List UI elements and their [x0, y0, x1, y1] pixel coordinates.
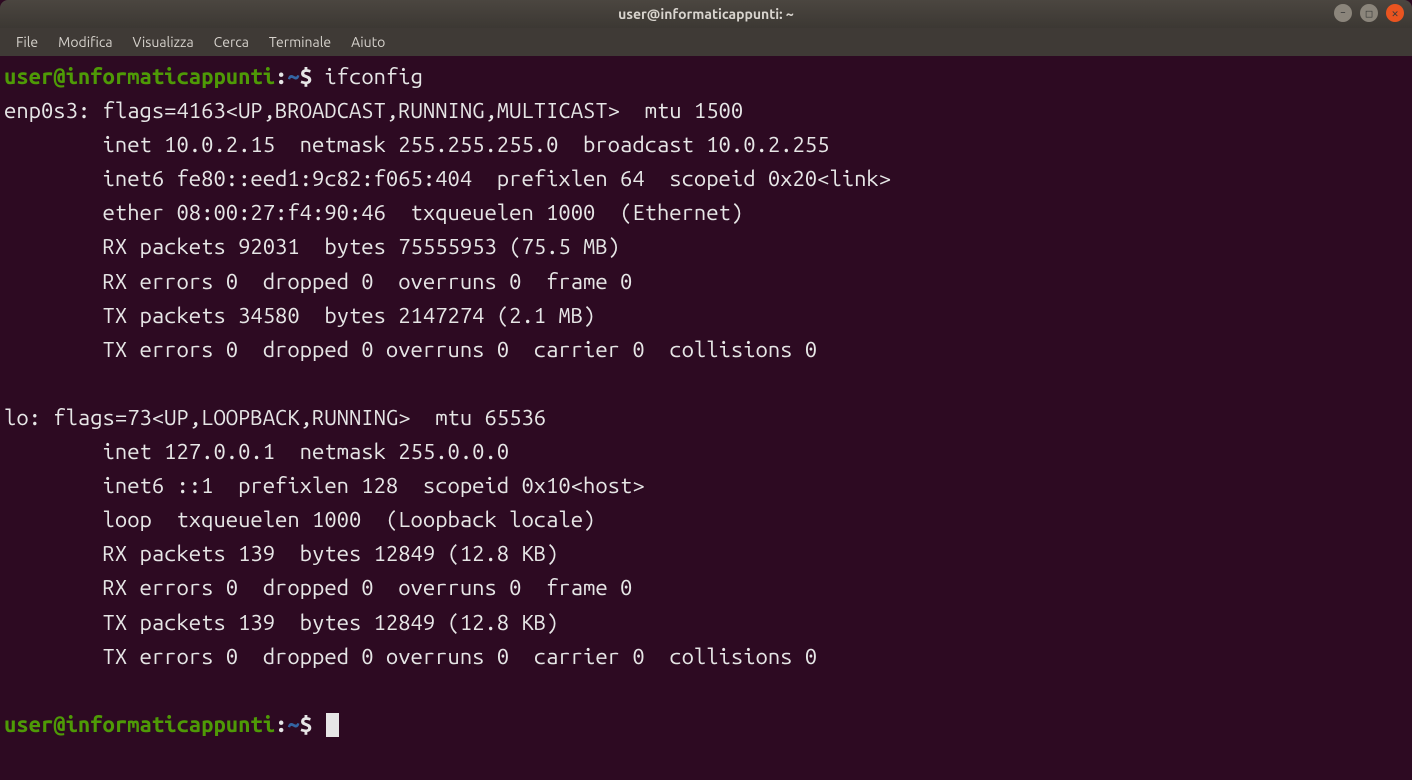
- prompt-user-host: user@informaticappunti: [4, 64, 275, 89]
- menu-visualizza[interactable]: Visualizza: [123, 30, 204, 54]
- output-line: ether 08:00:27:f4:90:46 txqueuelen 1000 …: [4, 200, 743, 225]
- output-line: TX errors 0 dropped 0 overruns 0 carrier…: [4, 337, 817, 362]
- output-line: RX errors 0 dropped 0 overruns 0 frame 0: [4, 269, 632, 294]
- output-line: inet6 ::1 prefixlen 128 scopeid 0x10<hos…: [4, 473, 645, 498]
- menu-modifica[interactable]: Modifica: [48, 30, 122, 54]
- window-title: user@informaticappunti: ~: [0, 6, 1412, 22]
- menu-cerca[interactable]: Cerca: [204, 30, 259, 54]
- prompt-dollar-2: $: [300, 712, 312, 737]
- output-line: loop txqueuelen 1000 (Loopback locale): [4, 507, 595, 532]
- output-line: inet 127.0.0.1 netmask 255.0.0.0: [4, 439, 509, 464]
- output-line: TX packets 34580 bytes 2147274 (2.1 MB): [4, 303, 595, 328]
- prompt-sep-2: :: [275, 712, 287, 737]
- close-button[interactable]: ✕: [1386, 4, 1404, 22]
- menubar: File Modifica Visualizza Cerca Terminale…: [0, 28, 1412, 56]
- output-line: RX packets 92031 bytes 75555953 (75.5 MB…: [4, 234, 620, 259]
- maximize-button[interactable]: □: [1360, 4, 1378, 22]
- prompt-path-2: ~: [287, 712, 299, 737]
- minimize-button[interactable]: –: [1334, 4, 1352, 22]
- terminal-window: user@informaticappunti: ~ – □ ✕ File Mod…: [0, 0, 1412, 780]
- output-line: inet 10.0.2.15 netmask 255.255.255.0 bro…: [4, 132, 829, 157]
- output-line: RX packets 139 bytes 12849 (12.8 KB): [4, 541, 558, 566]
- menu-file[interactable]: File: [6, 30, 48, 54]
- output-line: inet6 fe80::eed1:9c82:f065:404 prefixlen…: [4, 166, 891, 191]
- prompt-sep: :: [275, 64, 287, 89]
- output-line: TX errors 0 dropped 0 overruns 0 carrier…: [4, 644, 817, 669]
- terminal-area[interactable]: user@informaticappunti:~$ ifconfig enp0s…: [0, 56, 1412, 780]
- minimize-icon: –: [1340, 7, 1346, 19]
- output-line: RX errors 0 dropped 0 overruns 0 frame 0: [4, 575, 632, 600]
- menu-terminale[interactable]: Terminale: [259, 30, 341, 54]
- output-line: TX packets 139 bytes 12849 (12.8 KB): [4, 610, 558, 635]
- maximize-icon: □: [1366, 7, 1373, 20]
- window-controls: – □ ✕: [1334, 4, 1404, 22]
- output-line: enp0s3: flags=4163<UP,BROADCAST,RUNNING,…: [4, 98, 743, 123]
- prompt-path: ~: [287, 64, 299, 89]
- cursor: [326, 713, 339, 737]
- titlebar: user@informaticappunti: ~ – □ ✕: [0, 0, 1412, 28]
- prompt-user-host-2: user@informaticappunti: [4, 712, 275, 737]
- output-line: lo: flags=73<UP,LOOPBACK,RUNNING> mtu 65…: [4, 405, 546, 430]
- close-icon: ✕: [1392, 7, 1399, 20]
- command: ifconfig: [324, 64, 423, 89]
- prompt-dollar: $: [300, 64, 312, 89]
- menu-aiuto[interactable]: Aiuto: [341, 30, 395, 54]
- command-text: [312, 64, 324, 89]
